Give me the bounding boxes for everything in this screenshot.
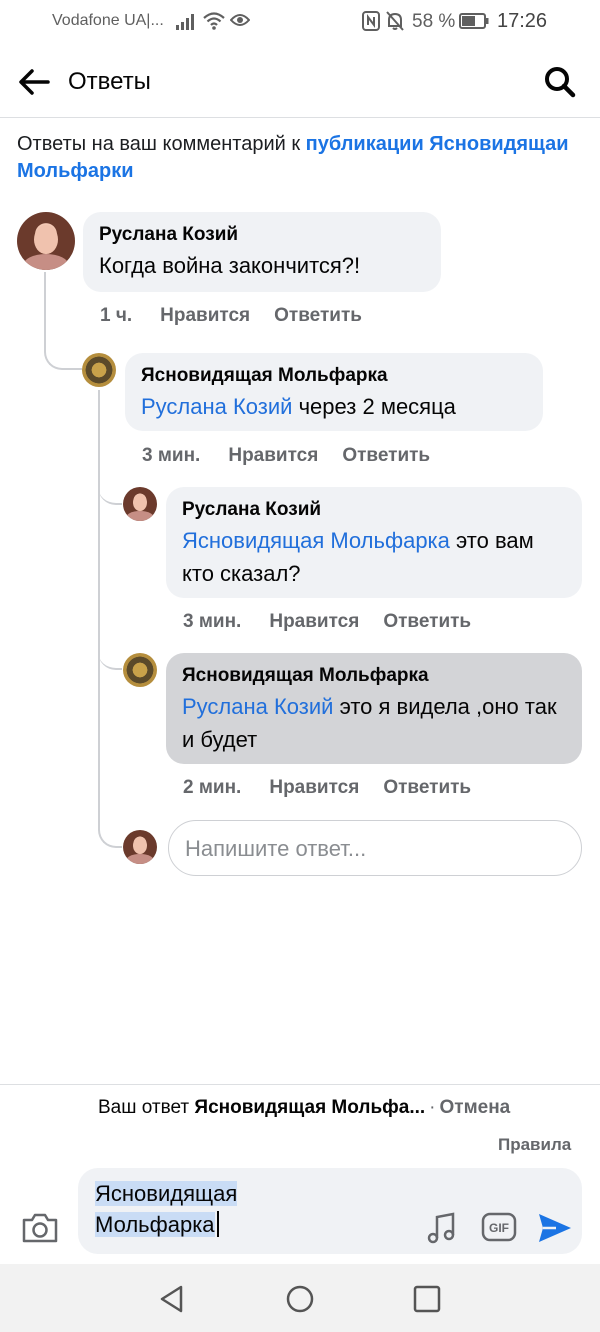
eye-icon [230, 14, 250, 26]
comment-text: Когда война закончится?! [99, 253, 361, 278]
cancel-reply-button[interactable]: Отмена [440, 1097, 511, 1118]
mention-link[interactable]: Руслана Козий [182, 694, 333, 719]
gif-icon: GIF [481, 1212, 517, 1242]
reply-prefix: Ваш ответ [98, 1097, 195, 1118]
camera-icon [22, 1213, 58, 1243]
search-icon [545, 67, 576, 98]
comment-actions: 3 мин. Нравится Ответить [142, 445, 454, 467]
comment-text: Ясновидящая Мольфарка это вам кто сказал… [182, 528, 534, 586]
battery-percent: 58 % [412, 11, 456, 32]
signal-icon [176, 14, 194, 30]
nav-recents-button[interactable] [410, 1282, 444, 1316]
avatar[interactable] [123, 653, 157, 687]
status-bar: Vodafone UA|... 58 % 17:26 [0, 0, 600, 44]
comment-bubble[interactable]: Руслана Козий Ясновидящая Мольфарка это … [166, 487, 582, 598]
clock: 17:26 [497, 10, 548, 32]
send-button[interactable] [536, 1210, 574, 1246]
nav-home-button[interactable] [283, 1282, 317, 1316]
music-button[interactable] [424, 1210, 460, 1246]
triangle-back-icon [160, 1285, 183, 1313]
mention-link[interactable]: Руслана Козий [141, 394, 292, 419]
avatar [123, 830, 157, 864]
thread-line [98, 640, 122, 670]
page-title: Ответы [68, 68, 151, 95]
search-button[interactable] [540, 62, 580, 102]
circle-home-icon [286, 1285, 314, 1313]
comment-time: 1 ч. [100, 305, 133, 326]
like-button[interactable]: Нравится [160, 305, 250, 327]
send-icon [539, 1214, 571, 1242]
replies-intro: Ответы на ваш комментарий к публикации Я… [17, 131, 577, 185]
nav-back-button[interactable] [155, 1282, 189, 1316]
comment-bubble[interactable]: Руслана Козий Когда война закончится?! [83, 212, 441, 292]
mute-icon [386, 11, 404, 31]
rules-link[interactable]: Правила [498, 1135, 571, 1155]
gif-button[interactable]: GIF [481, 1212, 517, 1242]
thread-line [98, 745, 122, 848]
thread-line [98, 475, 122, 505]
separator: · [429, 1097, 436, 1118]
wifi-icon [203, 12, 225, 30]
comment-actions: 3 мин. Нравится Ответить [183, 611, 495, 633]
top-app-bar: Ответы [0, 44, 600, 118]
comment-composer[interactable]: Ясновидящая Мольфарка GIF [78, 1168, 582, 1254]
like-button[interactable]: Нравится [228, 445, 318, 467]
arrow-left-icon [19, 69, 50, 95]
comment-time: 3 мин. [142, 445, 201, 466]
carrier-name: Vodafone UA|... [52, 12, 164, 29]
avatar[interactable] [123, 487, 157, 521]
comment-bubble-selected[interactable]: Ясновидящая Мольфарка Руслана Козий это … [166, 653, 582, 764]
comment-author[interactable]: Ясновидящая Мольфарка [141, 364, 527, 388]
like-button[interactable]: Нравится [269, 777, 359, 799]
avatar[interactable] [82, 353, 116, 387]
like-button[interactable]: Нравится [269, 611, 359, 633]
comment-text: Руслана Козий это я видела ,оно так и бу… [182, 694, 557, 752]
comment-time: 2 мин. [183, 777, 242, 798]
comment-actions: 1 ч. Нравится Ответить [100, 305, 386, 327]
square-recents-icon [413, 1285, 441, 1313]
comment-actions: 2 мин. Нравится Ответить [183, 777, 495, 799]
comment-time: 3 мин. [183, 611, 242, 632]
text-cursor [216, 1211, 219, 1237]
comment-text: Руслана Козий через 2 месяца [141, 394, 456, 419]
divider [0, 1084, 600, 1085]
replying-to-bar: Ваш ответ Ясновидящая Мольфа... · Отмена [98, 1097, 510, 1119]
camera-button[interactable] [20, 1210, 60, 1246]
comment-author[interactable]: Руслана Козий [99, 223, 425, 247]
reply-input[interactable]: Напишите ответ... [168, 820, 582, 876]
avatar[interactable] [17, 212, 75, 270]
reply-button[interactable]: Ответить [342, 445, 430, 467]
music-icon [427, 1212, 455, 1244]
nfc-icon [362, 11, 380, 31]
reply-button[interactable]: Ответить [383, 611, 471, 633]
comment-author[interactable]: Ясновидящая Мольфарка [182, 664, 566, 688]
battery-icon [459, 13, 489, 29]
back-button[interactable] [14, 62, 54, 102]
composer-input[interactable]: Ясновидящая Мольфарка [95, 1178, 355, 1240]
mention-link[interactable]: Ясновидящая Мольфарка [182, 528, 450, 553]
thread-line [98, 390, 100, 755]
reply-target: Ясновидящая Мольфа... [194, 1097, 426, 1118]
system-nav-bar [0, 1264, 600, 1332]
thread-line [44, 272, 82, 370]
reply-button[interactable]: Ответить [274, 305, 362, 327]
intro-text: Ответы на ваш комментарий к [17, 133, 306, 155]
reply-button[interactable]: Ответить [383, 777, 471, 799]
svg-text:GIF: GIF [489, 1221, 509, 1235]
comment-bubble[interactable]: Ясновидящая Мольфарка Руслана Козий чере… [125, 353, 543, 431]
comment-author[interactable]: Руслана Козий [182, 498, 566, 522]
